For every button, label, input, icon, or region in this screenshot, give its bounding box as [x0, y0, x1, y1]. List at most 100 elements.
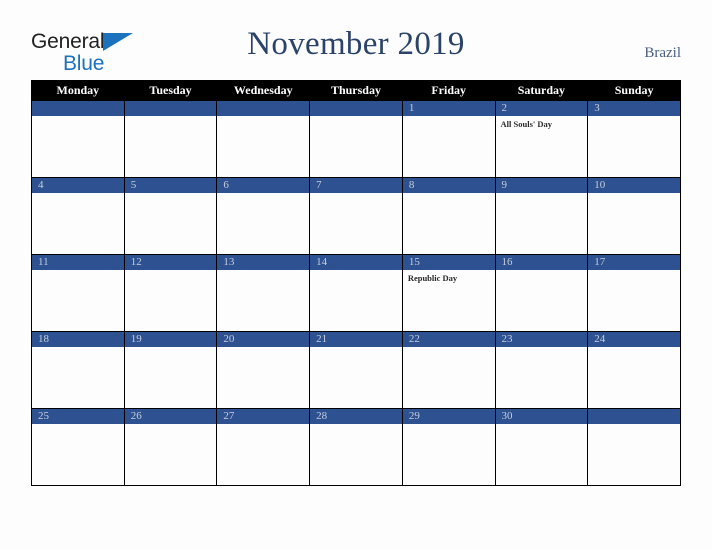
calendar-week-row: 25 26 27 28 29 30	[31, 408, 681, 486]
day-cell-13[interactable]: 13	[216, 254, 311, 332]
day-cell-7[interactable]: 7	[309, 177, 403, 255]
day-number: 21	[310, 332, 402, 347]
calendar-week-row: 11 12 13 14 15 Republic Day 16 17	[31, 254, 681, 332]
day-cell-empty[interactable]	[123, 100, 218, 178]
weekday-header-wednesday: Wednesday	[216, 80, 311, 101]
calendar-body: 1 2 All Souls' Day 3 4 5 6 7 8 9 10 11 12 13 14 15 Repub…	[31, 100, 681, 486]
day-events	[125, 424, 217, 427]
day-cell-22[interactable]: 22	[401, 331, 496, 409]
day-cell-27[interactable]: 27	[216, 408, 311, 486]
day-number: 14	[310, 255, 402, 270]
day-cell-15[interactable]: 15 Republic Day	[401, 254, 496, 332]
day-number: 17	[588, 255, 680, 270]
day-events	[588, 270, 680, 273]
day-number: 28	[310, 409, 402, 424]
day-number: 18	[32, 332, 124, 347]
day-events	[217, 116, 309, 119]
day-cell-25[interactable]: 25	[31, 408, 125, 486]
day-cell-26[interactable]: 26	[123, 408, 218, 486]
day-number: 30	[495, 409, 588, 424]
weekday-header-saturday: Saturday	[494, 80, 589, 101]
day-number	[588, 409, 680, 424]
day-cell-16[interactable]: 16	[494, 254, 589, 332]
day-events	[32, 116, 124, 119]
page-header: General Blue November 2019 Brazil	[0, 0, 712, 80]
day-events	[403, 424, 495, 427]
weekday-header-friday: Friday	[401, 80, 496, 101]
day-events: Republic Day	[403, 270, 495, 284]
weekday-header-tuesday: Tuesday	[123, 80, 218, 101]
day-cell-12[interactable]: 12	[123, 254, 218, 332]
day-cell-11[interactable]: 11	[31, 254, 125, 332]
day-events: All Souls' Day	[496, 116, 588, 130]
day-number: 3	[588, 101, 680, 116]
day-number: 7	[310, 178, 402, 193]
day-cell-23[interactable]: 23	[494, 331, 589, 409]
day-number: 26	[124, 409, 217, 424]
day-cell-3[interactable]: 3	[587, 100, 681, 178]
day-events	[496, 424, 588, 427]
day-cell-19[interactable]: 19	[123, 331, 218, 409]
day-cell-14[interactable]: 14	[309, 254, 403, 332]
day-cell-5[interactable]: 5	[123, 177, 218, 255]
day-events	[588, 347, 680, 350]
day-events	[217, 424, 309, 427]
day-events	[310, 347, 402, 350]
day-events	[588, 193, 680, 196]
day-number: 25	[32, 409, 124, 424]
day-events	[310, 424, 402, 427]
day-number: 24	[588, 332, 680, 347]
day-cell-4[interactable]: 4	[31, 177, 125, 255]
calendar-week-row: 1 2 All Souls' Day 3	[31, 100, 681, 178]
day-cell-1[interactable]: 1	[401, 100, 496, 178]
calendar-week-row: 18 19 20 21 22 23 24	[31, 331, 681, 409]
day-number	[32, 101, 124, 116]
day-cell-empty[interactable]	[309, 100, 403, 178]
day-cell-10[interactable]: 10	[587, 177, 681, 255]
day-cell-21[interactable]: 21	[309, 331, 403, 409]
day-events	[125, 193, 217, 196]
weekday-header-row: Monday Tuesday Wednesday Thursday Friday Satu…	[31, 80, 681, 101]
day-number: 2	[495, 101, 588, 116]
day-cell-28[interactable]: 28	[309, 408, 403, 486]
day-events	[310, 116, 402, 119]
weekday-header-sunday: Sunday	[587, 80, 681, 101]
day-cell-17[interactable]: 17	[587, 254, 681, 332]
day-events	[403, 347, 495, 350]
weekday-header-monday: Monday	[31, 80, 125, 101]
weekday-header-thursday: Thursday	[309, 80, 403, 101]
day-number	[310, 101, 402, 116]
day-number: 27	[217, 409, 310, 424]
day-number: 5	[124, 178, 217, 193]
day-cell-9[interactable]: 9	[494, 177, 589, 255]
day-cell-29[interactable]: 29	[401, 408, 496, 486]
page-title: November 2019	[247, 26, 465, 62]
day-number: 23	[495, 332, 588, 347]
day-number: 8	[402, 178, 495, 193]
day-events	[125, 270, 217, 273]
day-events	[310, 193, 402, 196]
day-number: 10	[588, 178, 680, 193]
day-number: 12	[124, 255, 217, 270]
day-cell-24[interactable]: 24	[587, 331, 681, 409]
day-number: 4	[32, 178, 124, 193]
day-number: 1	[402, 101, 495, 116]
day-cell-2[interactable]: 2 All Souls' Day	[494, 100, 589, 178]
day-cell-empty[interactable]	[31, 100, 125, 178]
day-cell-20[interactable]: 20	[216, 331, 311, 409]
day-events	[403, 193, 495, 196]
day-cell-18[interactable]: 18	[31, 331, 125, 409]
day-cell-8[interactable]: 8	[401, 177, 496, 255]
calendar-grid: Monday Tuesday Wednesday Thursday Friday Satu…	[31, 80, 681, 486]
calendar-week-row: 4 5 6 7 8 9 10	[31, 177, 681, 255]
day-number	[217, 101, 310, 116]
day-number: 11	[32, 255, 124, 270]
holiday-label: Republic Day	[407, 273, 458, 283]
day-events	[310, 270, 402, 273]
day-cell-empty[interactable]	[587, 408, 681, 486]
day-number: 16	[495, 255, 588, 270]
day-cell-30[interactable]: 30	[494, 408, 589, 486]
day-cell-empty[interactable]	[216, 100, 311, 178]
day-cell-6[interactable]: 6	[216, 177, 311, 255]
day-number	[124, 101, 217, 116]
